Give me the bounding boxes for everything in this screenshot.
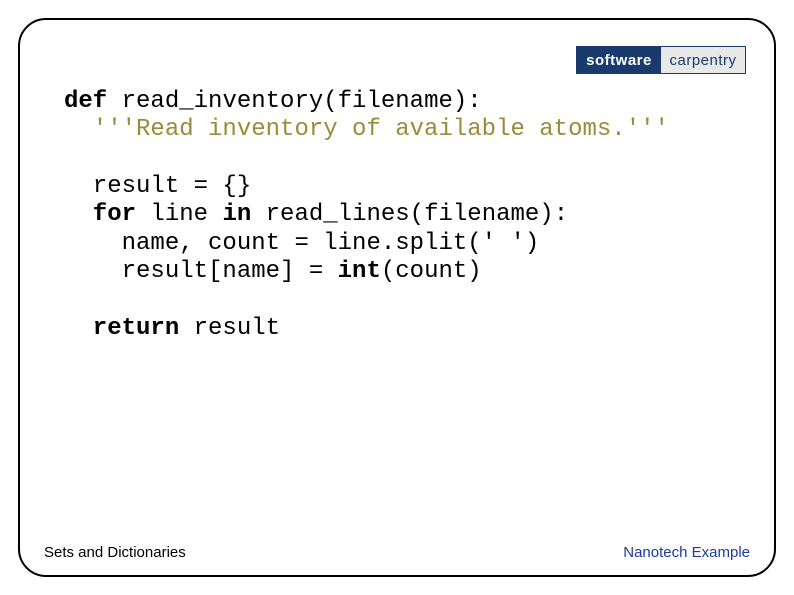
code-text: result[name] = <box>64 258 338 285</box>
keyword-int: int <box>338 258 381 285</box>
code-text: (count) <box>381 258 482 285</box>
slide-frame: software carpentry def read_inventory(fi… <box>18 18 776 577</box>
code-text: name, count = line.split(' ') <box>64 230 539 257</box>
logo-right: carpentry <box>661 47 745 73</box>
keyword-def: def <box>64 88 107 115</box>
code-text: line <box>136 201 222 228</box>
keyword-in: in <box>222 201 251 228</box>
keyword-for: for <box>64 201 136 228</box>
code-text: read_lines(filename): <box>251 201 568 228</box>
docstring: '''Read inventory of available atoms.''' <box>64 116 669 143</box>
code-text: result <box>179 315 280 342</box>
footer-right: Nanotech Example <box>623 544 750 561</box>
code-block: def read_inventory(filename): '''Read in… <box>64 88 730 343</box>
code-text: read_inventory(filename): <box>107 88 481 115</box>
keyword-return: return <box>64 315 179 342</box>
code-text: result = {} <box>64 173 251 200</box>
footer-left: Sets and Dictionaries <box>44 544 186 561</box>
logo-left: software <box>577 47 661 73</box>
logo: software carpentry <box>576 46 746 74</box>
